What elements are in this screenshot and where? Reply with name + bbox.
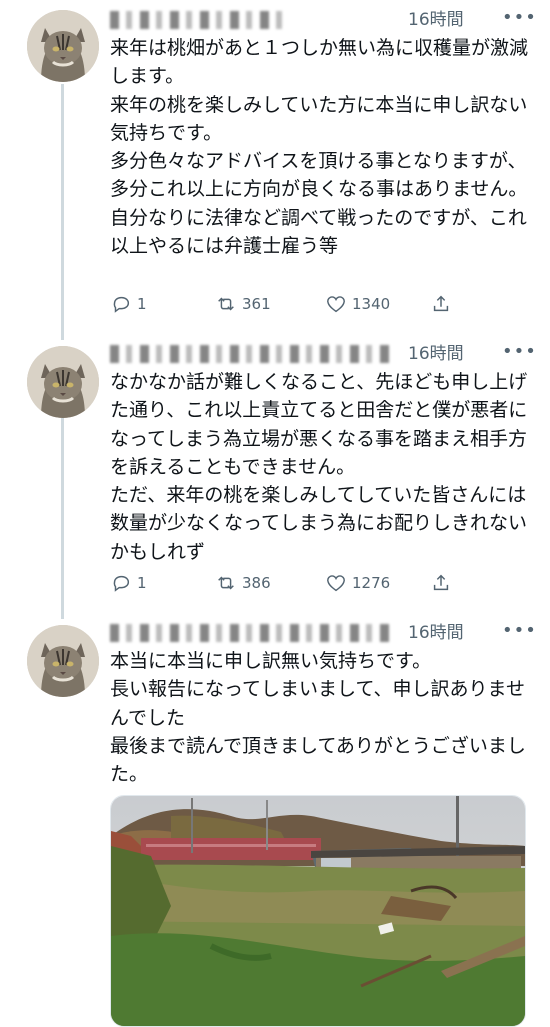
- avatar[interactable]: [27, 10, 99, 82]
- reply-icon: [113, 296, 130, 313]
- attached-photo[interactable]: [110, 795, 526, 1027]
- tweet-header: 16時間 •••: [110, 620, 536, 645]
- retweet-button[interactable]: 386: [215, 570, 271, 596]
- tweet-actions: 1 361 1340: [110, 291, 530, 317]
- tweet-text: 本当に本当に申し訳無い気持ちです。 長い報告になってしまいまして、申し訳ありませ…: [110, 650, 526, 786]
- retweet-icon: [218, 576, 234, 590]
- reply-count: 1: [137, 295, 147, 313]
- more-options-icon[interactable]: •••: [502, 6, 537, 30]
- like-count: 1276: [352, 574, 391, 592]
- like-count: 1340: [352, 295, 391, 313]
- tweet-text: 来年は桃畑があと１つしか無い為に収穫量が激減します。 来年の桃を楽しみしていた方…: [110, 37, 529, 258]
- tweet-header: 16時間 •••: [110, 7, 536, 32]
- timestamp[interactable]: 16時間: [408, 342, 464, 366]
- retweet-count: 386: [242, 574, 271, 592]
- tweet-text: なかなか話が難しくなること、先ほども申し上げた通り、これ以上責立てると田舎だと僕…: [110, 371, 528, 563]
- tweet-actions: 1 386 1276: [110, 570, 530, 596]
- tweet-header: 16時間 •••: [110, 341, 536, 366]
- author-name-redacted[interactable]: [110, 345, 395, 363]
- author-name-redacted[interactable]: [110, 624, 395, 642]
- reply-count: 1: [137, 574, 147, 592]
- heart-icon: [327, 296, 345, 313]
- thread-line: [61, 615, 64, 619]
- thread-line: [61, 332, 64, 336]
- timestamp[interactable]: 16時間: [408, 621, 464, 645]
- heart-icon: [327, 575, 345, 592]
- more-options-icon[interactable]: •••: [502, 340, 537, 364]
- share-button[interactable]: [430, 291, 452, 317]
- timestamp[interactable]: 16時間: [408, 8, 464, 32]
- reply-button[interactable]: 1: [110, 291, 147, 317]
- avatar[interactable]: [27, 346, 99, 418]
- share-button[interactable]: [430, 570, 452, 596]
- thread-line: [61, 84, 64, 340]
- share-icon: [433, 295, 449, 312]
- tweet-2[interactable]: 16時間 ••• なかなか話が難しくなること、先ほども申し上げた通り、これ以上責…: [0, 332, 550, 618]
- thread-line: [61, 418, 64, 618]
- retweet-icon: [218, 297, 234, 311]
- reply-icon: [113, 575, 130, 592]
- like-button[interactable]: 1340: [325, 291, 390, 317]
- retweet-count: 361: [242, 295, 271, 313]
- reply-button[interactable]: 1: [110, 570, 147, 596]
- share-icon: [433, 574, 449, 591]
- retweet-button[interactable]: 361: [215, 291, 271, 317]
- orchard-field-image: [111, 796, 525, 1026]
- more-options-icon[interactable]: •••: [502, 619, 537, 643]
- author-name-redacted[interactable]: [110, 11, 290, 29]
- tweet-1[interactable]: 16時間 ••• 来年は桃畑があと１つしか無い為に収穫量が激減します。 来年の桃…: [0, 7, 550, 340]
- like-button[interactable]: 1276: [325, 570, 390, 596]
- avatar[interactable]: [27, 625, 99, 697]
